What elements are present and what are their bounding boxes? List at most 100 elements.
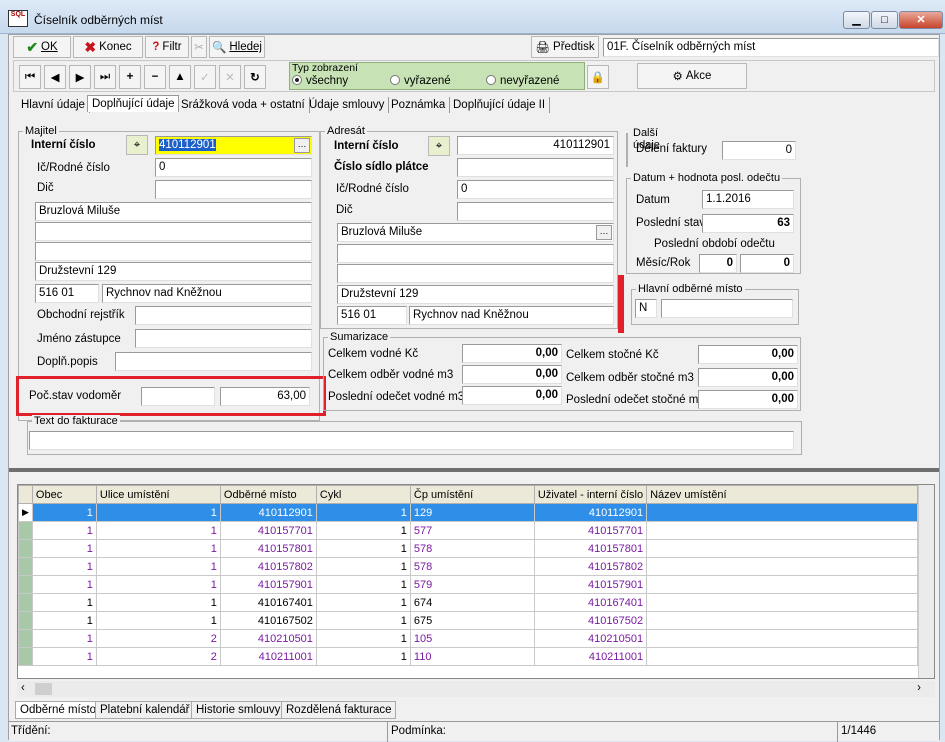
table-cell[interactable]: 1 [95, 503, 221, 522]
table-cell[interactable]: 410167401 [533, 593, 648, 612]
predtisk-button[interactable]: 🖨 Předtisk [531, 36, 599, 58]
table-row[interactable]: ▶ 1 1 410112901 1 129 410112901 [18, 503, 918, 522]
scroll-thumb[interactable] [35, 683, 52, 695]
table-cell[interactable] [646, 593, 918, 612]
table-cell[interactable]: 1 [31, 557, 97, 576]
majitel-psc-field[interactable]: 516 01 [35, 284, 99, 303]
column-header[interactable]: Čp umístění [409, 485, 535, 504]
obchodni-rejstrik-field[interactable] [135, 306, 312, 325]
row-header[interactable] [18, 521, 33, 540]
majitel-ic-field[interactable]: 0 [155, 158, 312, 177]
table-cell[interactable]: 1 [31, 629, 97, 648]
majitel-dic-field[interactable] [155, 180, 312, 199]
last-record-icon[interactable]: ⏭ [94, 65, 116, 89]
table-cell[interactable]: 410157701 [219, 521, 317, 540]
celkem-odber-stocne[interactable]: 0,00 [698, 368, 798, 387]
table-cell[interactable]: 1 [95, 539, 221, 558]
table-cell[interactable]: 1 [315, 629, 411, 648]
prev-record-icon[interactable]: ◀ [44, 65, 66, 89]
table-cell[interactable]: 1 [95, 593, 221, 612]
table-cell[interactable]: 410210501 [219, 629, 317, 648]
cancel-icon[interactable]: ✕ [219, 65, 241, 89]
majitel-name-field[interactable]: Bruzlová Miluše [35, 202, 312, 221]
table-cell[interactable]: 1 [315, 611, 411, 630]
table-cell[interactable]: 410157901 [533, 575, 648, 594]
table-cell[interactable] [646, 611, 918, 630]
add-record-icon[interactable]: + [119, 65, 141, 89]
tab-hlavni[interactable]: Hlavní údaje [17, 97, 90, 113]
table-cell[interactable]: 129 [409, 503, 535, 522]
table-cell[interactable]: 1 [31, 593, 97, 612]
column-header[interactable]: Cykl [315, 485, 411, 504]
cislo-sidlo-field[interactable] [457, 158, 614, 177]
ellipsis-icon[interactable]: … [294, 138, 310, 153]
table-cell[interactable]: 674 [409, 593, 535, 612]
posledni-odecet-vodne[interactable]: 0,00 [462, 386, 562, 405]
text-fakturace-field[interactable] [29, 431, 794, 450]
celkem-odber-vodne[interactable]: 0,00 [462, 365, 562, 384]
deleni-faktury-field[interactable]: 0 [722, 141, 796, 160]
radio-vsechny[interactable]: všechny [292, 75, 348, 87]
tab-odberne-misto[interactable]: Odběrné místo [15, 701, 102, 719]
majitel-name3-field[interactable] [35, 242, 312, 261]
adresat-city-field[interactable]: Rychnov nad Kněžnou [409, 306, 614, 325]
adresat-street-field[interactable]: Družstevní 129 [337, 285, 614, 304]
column-header[interactable]: Odběrné místo [219, 485, 317, 504]
table-cell[interactable]: 1 [315, 539, 411, 558]
hledej-button[interactable]: 🔍 Hledej [209, 36, 265, 58]
vertical-scrollbar[interactable] [918, 485, 934, 678]
tab-historie-smlouvy[interactable]: Historie smlouvy [191, 701, 286, 719]
scroll-left-icon[interactable]: ‹ [21, 682, 25, 694]
table-cell[interactable]: 410157701 [533, 521, 648, 540]
table-cell[interactable]: 1 [315, 521, 411, 540]
table-cell[interactable]: 1 [31, 611, 97, 630]
next-record-icon[interactable]: ▶ [69, 65, 91, 89]
table-cell[interactable]: 410157802 [219, 557, 317, 576]
majitel-name2-field[interactable] [35, 222, 312, 241]
row-header[interactable] [18, 629, 33, 648]
tab-platebni-kalendar[interactable]: Platební kalendář [95, 701, 195, 719]
table-cell[interactable]: 675 [409, 611, 535, 630]
akce-button[interactable]: ⚙ Akce [637, 63, 747, 89]
celkem-vodne-kc[interactable]: 0,00 [462, 344, 562, 363]
report-select[interactable]: 01F. Číselník odběrných míst [603, 38, 939, 57]
table-cell[interactable]: 410157801 [533, 539, 648, 558]
table-cell[interactable]: 410112901 [533, 503, 648, 522]
column-header[interactable]: Obec [31, 485, 97, 504]
tab-srazkova[interactable]: Srážková voda + ostatní [177, 97, 310, 113]
table-cell[interactable]: 579 [409, 575, 535, 594]
pocstav-field2[interactable]: 63,00 [220, 387, 310, 406]
table-row[interactable]: 1 1 410157801 1 578 410157801 [18, 539, 918, 558]
table-cell[interactable]: 1 [95, 521, 221, 540]
rok-field[interactable]: 0 [740, 254, 794, 273]
table-cell[interactable]: 2 [95, 647, 221, 666]
tab-poznamka[interactable]: Poznámka [387, 97, 451, 113]
row-header[interactable] [18, 539, 33, 558]
tab-smlouvy[interactable]: Údaje smlouvy [305, 97, 390, 113]
map-icon[interactable]: ⌖ [126, 135, 148, 155]
map-icon[interactable]: ⌖ [428, 136, 450, 156]
table-row[interactable]: 1 1 410157701 1 577 410157701 [18, 521, 918, 540]
table-cell[interactable] [646, 539, 918, 558]
row-header[interactable] [18, 575, 33, 594]
column-header[interactable]: Název umístění [646, 485, 918, 504]
ok-button[interactable]: ✔ OK [13, 36, 71, 58]
table-cell[interactable]: 105 [409, 629, 535, 648]
scissors-icon[interactable]: ✂ [191, 36, 207, 58]
table-cell[interactable]: 1 [31, 503, 97, 522]
table-row[interactable]: 1 1 410167502 1 675 410167502 [18, 611, 918, 630]
table-cell[interactable]: 1 [95, 575, 221, 594]
pocstav-field1[interactable] [141, 387, 215, 406]
majitel-city-field[interactable]: Rychnov nad Kněžnou [102, 284, 312, 303]
tab-doplnujici-ii[interactable]: Doplňující údaje II [449, 97, 551, 113]
tab-doplnujici[interactable]: Doplňující údaje [87, 95, 180, 112]
table-cell[interactable]: 1 [31, 575, 97, 594]
adresat-dic-field[interactable] [457, 202, 614, 221]
adresat-name3-field[interactable] [337, 264, 614, 283]
table-row[interactable]: 1 1 410157901 1 579 410157901 [18, 575, 918, 594]
table-cell[interactable]: 110 [409, 647, 535, 666]
scroll-right-icon[interactable]: › [917, 682, 921, 694]
table-cell[interactable] [646, 629, 918, 648]
table-row[interactable]: 1 2 410210501 1 105 410210501 [18, 629, 918, 648]
table-cell[interactable]: 1 [31, 539, 97, 558]
